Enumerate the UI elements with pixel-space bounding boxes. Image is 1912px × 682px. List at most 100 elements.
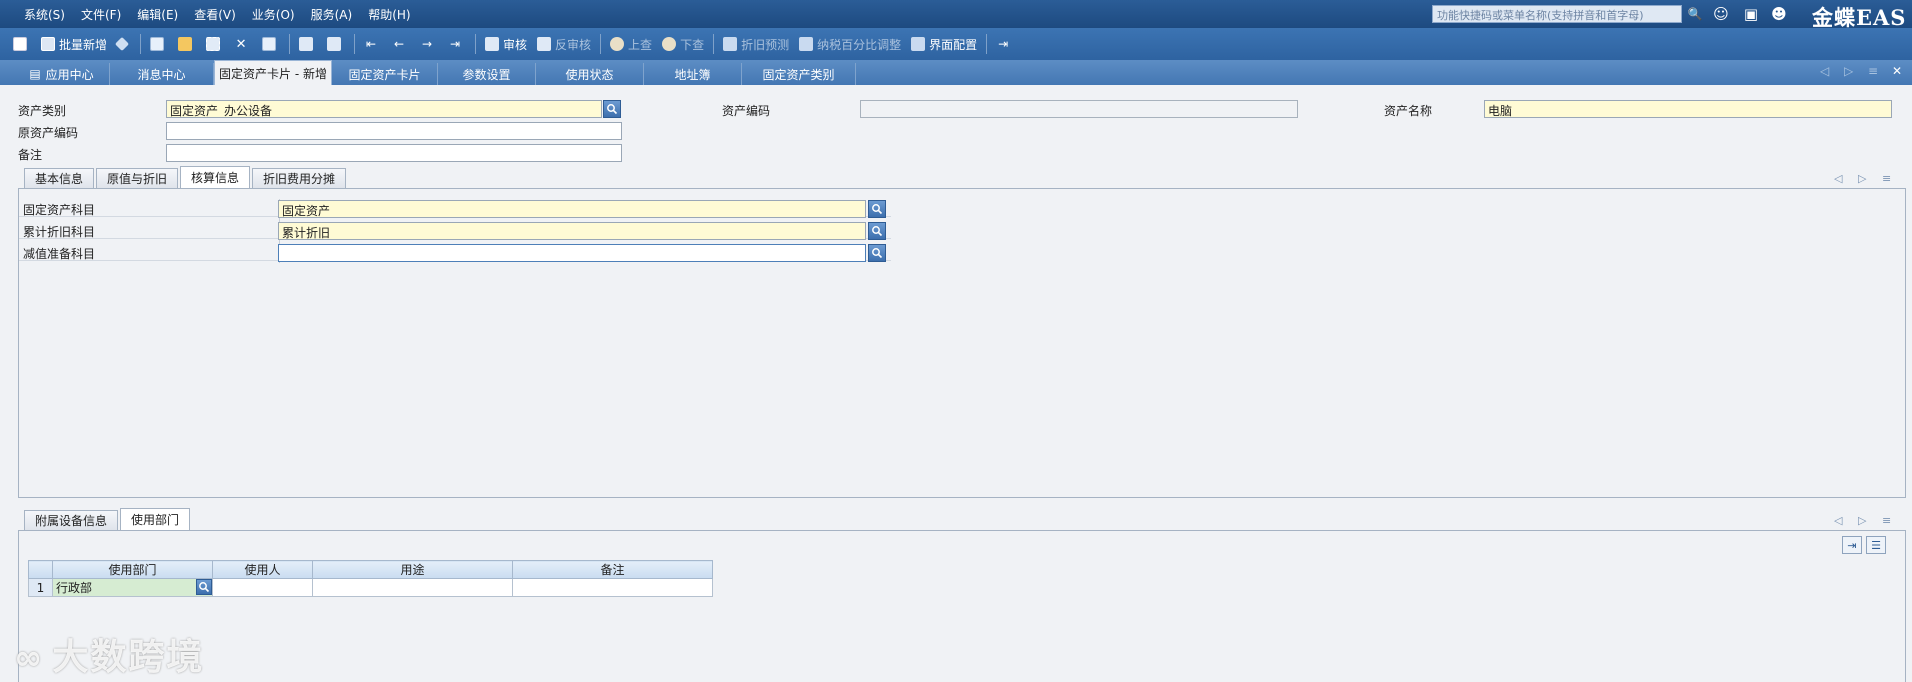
toolbar-separator — [475, 34, 477, 54]
asset-code-label: 资产编码 — [722, 104, 771, 118]
edit-button[interactable] — [112, 32, 136, 56]
tab-scroll-right-icon[interactable]: ▷ — [1844, 64, 1853, 78]
copy-button[interactable] — [201, 32, 229, 56]
quick-search-input[interactable]: 功能快捷码或菜单名称(支持拼音和首字母) — [1432, 5, 1682, 23]
message-icon[interactable]: ▣ — [1742, 5, 1760, 23]
section-scroll-right-icon[interactable]: ▷ — [1858, 172, 1866, 185]
department-cell[interactable]: 行政部 — [52, 578, 213, 597]
asset-name-label: 资产名称 — [1384, 104, 1433, 118]
tab-value-depreciation[interactable]: 原值与折旧 — [96, 168, 179, 188]
bottom-scroll-left-icon[interactable]: ◁ — [1834, 514, 1842, 527]
depreciation-forecast-button[interactable]: 折旧预测 — [718, 32, 794, 56]
impairment-account-picker-button[interactable] — [868, 244, 886, 262]
fixed-asset-account-picker-button[interactable] — [868, 200, 886, 218]
open-button[interactable] — [173, 32, 201, 56]
trace-down-button[interactable]: 下查 — [657, 32, 709, 56]
user-cell[interactable] — [212, 578, 313, 597]
bottom-scroll-right-icon[interactable]: ▷ — [1858, 514, 1866, 527]
user-avatar-icon[interactable]: ☻ — [1770, 5, 1788, 23]
column-header-purpose[interactable]: 用途 — [312, 560, 513, 579]
tab-asset-card[interactable]: 固定资产卡片 — [332, 63, 438, 85]
menu-edit[interactable]: 编辑(E) — [129, 6, 186, 23]
purpose-cell[interactable] — [312, 578, 513, 597]
menu-help[interactable]: 帮助(H) — [360, 6, 418, 23]
insert-row-button[interactable]: ☰ — [1866, 536, 1886, 554]
column-header-remark[interactable]: 备注 — [512, 560, 713, 579]
remark-field[interactable] — [166, 144, 622, 162]
tax-ratio-button[interactable]: 纳税百分比调整 — [794, 32, 906, 56]
asset-category-label: 资产类别 — [18, 104, 67, 118]
first-record-button[interactable]: ⇤ — [359, 32, 387, 56]
tab-list-icon[interactable]: ≡ — [1868, 64, 1878, 78]
exit-button[interactable]: ⇥ — [991, 32, 1019, 56]
column-header-user[interactable]: 使用人 — [212, 560, 313, 579]
section-list-icon[interactable]: ≡ — [1882, 172, 1891, 185]
audit-label: 审核 — [503, 37, 528, 52]
insert-row-icon: ☰ — [1871, 538, 1881, 552]
close-tab-icon[interactable]: ✕ — [1892, 64, 1902, 78]
add-row-button[interactable]: ⇥ — [1842, 536, 1862, 554]
tab-parameter-settings[interactable]: 参数设置 — [438, 63, 536, 85]
first-arrow-icon: ⇤ — [365, 37, 377, 51]
last-arrow-icon: ⇥ — [449, 37, 461, 51]
tab-scroll-left-icon[interactable]: ◁ — [1820, 64, 1829, 78]
save-icon — [150, 37, 165, 51]
search-icon[interactable]: 🔍 — [1686, 5, 1704, 23]
menu-system[interactable]: 系统(S) — [16, 6, 73, 23]
smiley-icon[interactable]: ☺ — [1712, 5, 1730, 23]
column-header-department[interactable]: 使用部门 — [52, 560, 213, 579]
asset-category-field[interactable]: 固定资产_办公设备 — [166, 100, 602, 118]
prev-record-button[interactable]: ← — [387, 32, 415, 56]
impairment-account-label: 减值准备科目 — [23, 247, 96, 261]
print-button[interactable] — [294, 32, 322, 56]
search-picker-icon — [607, 104, 618, 115]
tab-asset-category[interactable]: 固定资产类别 — [742, 63, 856, 85]
accum-depreciation-account-field[interactable]: 累计折旧 — [278, 222, 866, 240]
tab-address-book[interactable]: 地址簿 — [644, 63, 742, 85]
next-record-button[interactable]: → — [415, 32, 443, 56]
tab-message-center[interactable]: 消息中心 — [110, 63, 214, 85]
last-record-button[interactable]: ⇥ — [443, 32, 471, 56]
delete-button[interactable]: ✕ — [229, 32, 257, 56]
new-button[interactable] — [8, 32, 36, 56]
asset-name-field[interactable]: 电脑 — [1484, 100, 1892, 118]
trace-down-label: 下查 — [680, 37, 705, 52]
audit-button[interactable]: 审核 — [480, 32, 532, 56]
orig-asset-code-field[interactable] — [166, 122, 622, 140]
tab-label: 应用中心 — [45, 67, 94, 82]
batch-new-button[interactable]: 批量新增 — [36, 32, 112, 56]
asset-code-field[interactable] — [860, 100, 1298, 118]
print-preview-button[interactable] — [322, 32, 350, 56]
tab-accessory-equipment[interactable]: 附属设备信息 — [24, 510, 119, 530]
menu-business[interactable]: 业务(O) — [244, 6, 303, 23]
tab-asset-card-new[interactable]: 固定资产卡片 - 新增 — [214, 60, 332, 85]
tab-usage-status[interactable]: 使用状态 — [536, 63, 644, 85]
unaudit-button[interactable]: 反审核 — [532, 32, 596, 56]
attach-button[interactable] — [257, 32, 285, 56]
department-picker-button[interactable] — [196, 579, 212, 595]
trace-up-button[interactable]: 上查 — [605, 32, 657, 56]
tab-usage-department[interactable]: 使用部门 — [120, 508, 191, 530]
app-center-icon: ▤ — [29, 67, 41, 81]
impairment-account-field[interactable] — [278, 244, 866, 262]
batch-new-label: 批量新增 — [59, 37, 108, 52]
section-scroll-left-icon[interactable]: ◁ — [1834, 172, 1842, 185]
save-button[interactable] — [145, 32, 173, 56]
accum-depreciation-picker-button[interactable] — [868, 222, 886, 240]
menu-view[interactable]: 查看(V) — [186, 6, 244, 23]
asset-category-picker-button[interactable] — [603, 100, 621, 118]
tab-accounting-info[interactable]: 核算信息 — [180, 166, 251, 188]
bottom-list-icon[interactable]: ≡ — [1882, 514, 1891, 527]
ui-config-button[interactable]: 界面配置 — [906, 32, 982, 56]
watermark-text: 大数跨境 — [52, 637, 205, 678]
menu-file[interactable]: 文件(F) — [73, 6, 129, 23]
add-row-icon: ⇥ — [1847, 538, 1857, 552]
menu-service[interactable]: 服务(A) — [303, 6, 361, 23]
tab-depreciation-allocation[interactable]: 折旧费用分摊 — [252, 168, 347, 188]
tab-basic-info[interactable]: 基本信息 — [24, 168, 95, 188]
table-header-row: 使用部门 使用人 用途 备注 — [28, 560, 713, 579]
tab-app-center[interactable]: ▤ 应用中心 — [14, 63, 110, 85]
remark-cell[interactable] — [512, 578, 713, 597]
fixed-asset-account-label: 固定资产科目 — [23, 203, 96, 217]
fixed-asset-account-field[interactable]: 固定资产 — [278, 200, 866, 218]
